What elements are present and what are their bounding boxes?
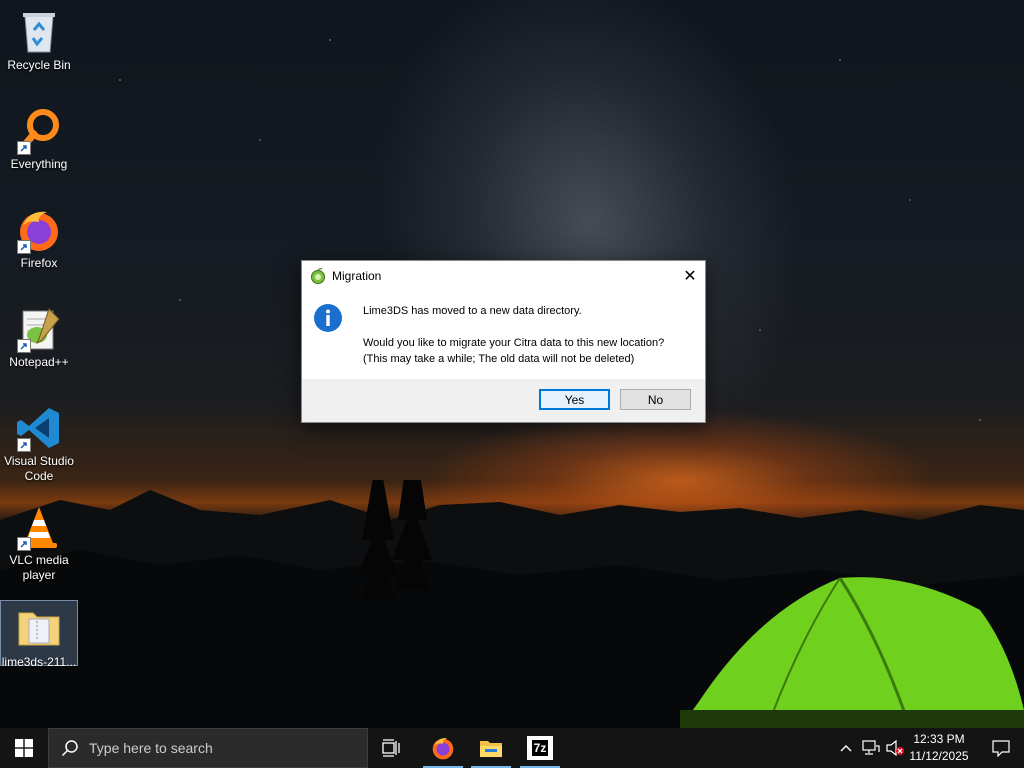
task-view-button[interactable] [368, 728, 416, 768]
dialog-message-line: Would you like to migrate your Citra dat… [363, 337, 665, 349]
no-button[interactable]: No [620, 389, 691, 410]
yes-button[interactable]: Yes [539, 389, 610, 410]
desktop-icon-label: Recycle Bin [7, 58, 71, 72]
vscode-icon [15, 404, 63, 452]
taskbar-file-explorer[interactable] [467, 728, 515, 768]
dialog-message-line: (This may take a while; The old data wil… [363, 353, 635, 365]
taskbar-search-box[interactable]: Type here to search [48, 728, 368, 768]
desktop-icon-label: VLC media player [9, 553, 69, 582]
taskbar-firefox[interactable] [419, 728, 467, 768]
start-button[interactable] [0, 728, 48, 768]
chevron-up-icon [840, 745, 852, 752]
shortcut-arrow-icon [17, 141, 31, 155]
desktop-icon-label: Notepad++ [9, 355, 69, 369]
taskbar-7zip[interactable]: 7z [516, 728, 564, 768]
desktop-icon-label: Visual Studio Code [4, 454, 74, 483]
migration-dialog: Migration ✕ Lime3DS has moved to a new d… [301, 260, 706, 423]
shortcut-arrow-icon [17, 438, 31, 452]
desktop-icon-vlc[interactable]: VLC media player [0, 497, 78, 583]
desktop-icon-label: Firefox [20, 256, 58, 270]
action-center-button[interactable] [978, 728, 1024, 768]
dialog-message: Lime3DS has moved to a new data director… [363, 303, 664, 367]
clock-date: 11/12/2025 [909, 749, 969, 763]
firefox-icon [432, 738, 454, 760]
taskbar: Type here to search 7z 12:33 PM 11/12/20… [0, 728, 1024, 768]
firefox-icon [15, 206, 63, 254]
dialog-message-line: Lime3DS has moved to a new data director… [363, 305, 582, 317]
recycle-bin-icon [15, 8, 63, 56]
desktop-icon-label: Everything [10, 157, 68, 171]
dialog-button-bar: Yes No [302, 379, 705, 422]
vlc-cone-icon [15, 503, 63, 551]
desktop-icon-recycle-bin[interactable]: Recycle Bin [0, 2, 78, 73]
7zip-label: 7z [531, 740, 549, 756]
dialog-close-button[interactable]: ✕ [675, 261, 705, 290]
desktop-icon-everything[interactable]: Everything [0, 101, 78, 172]
dialog-title: Migration [332, 268, 382, 283]
info-icon [313, 303, 343, 333]
desktop-icon-notepad-plus-plus[interactable]: Notepad++ [0, 299, 78, 370]
dialog-body: Lime3DS has moved to a new data director… [302, 290, 705, 378]
notification-icon [992, 739, 1010, 757]
task-view-icon [382, 739, 400, 757]
7zip-icon: 7z [527, 736, 553, 760]
network-icon [862, 740, 880, 755]
desktop-icon-lime3ds-folder[interactable]: lime3ds-211... [0, 600, 78, 669]
shortcut-arrow-icon [17, 537, 31, 551]
search-placeholder: Type here to search [89, 740, 213, 756]
shortcut-arrow-icon [17, 339, 31, 353]
dialog-titlebar[interactable]: Migration ✕ [302, 261, 705, 290]
taskbar-clock[interactable]: 12:33 PM 11/12/2025 [900, 731, 978, 765]
wallpaper-tent [680, 577, 1024, 728]
file-explorer-icon [480, 741, 502, 757]
network-tray-button[interactable] [860, 728, 882, 768]
notepad-plus-plus-icon [15, 305, 63, 353]
show-hidden-icons-button[interactable] [836, 728, 856, 768]
search-icon [61, 740, 78, 757]
lime3ds-app-icon [310, 267, 326, 284]
windows-logo-icon [15, 739, 33, 757]
zipped-folder-icon [15, 605, 63, 653]
desktop-icon-firefox[interactable]: Firefox [0, 200, 78, 271]
desktop-icon-label: lime3ds-211... [1, 655, 77, 669]
shortcut-arrow-icon [17, 240, 31, 254]
clock-time: 12:33 PM [913, 732, 965, 746]
desktop-icon-vscode[interactable]: Visual Studio Code [0, 398, 78, 484]
everything-search-icon [15, 107, 63, 155]
